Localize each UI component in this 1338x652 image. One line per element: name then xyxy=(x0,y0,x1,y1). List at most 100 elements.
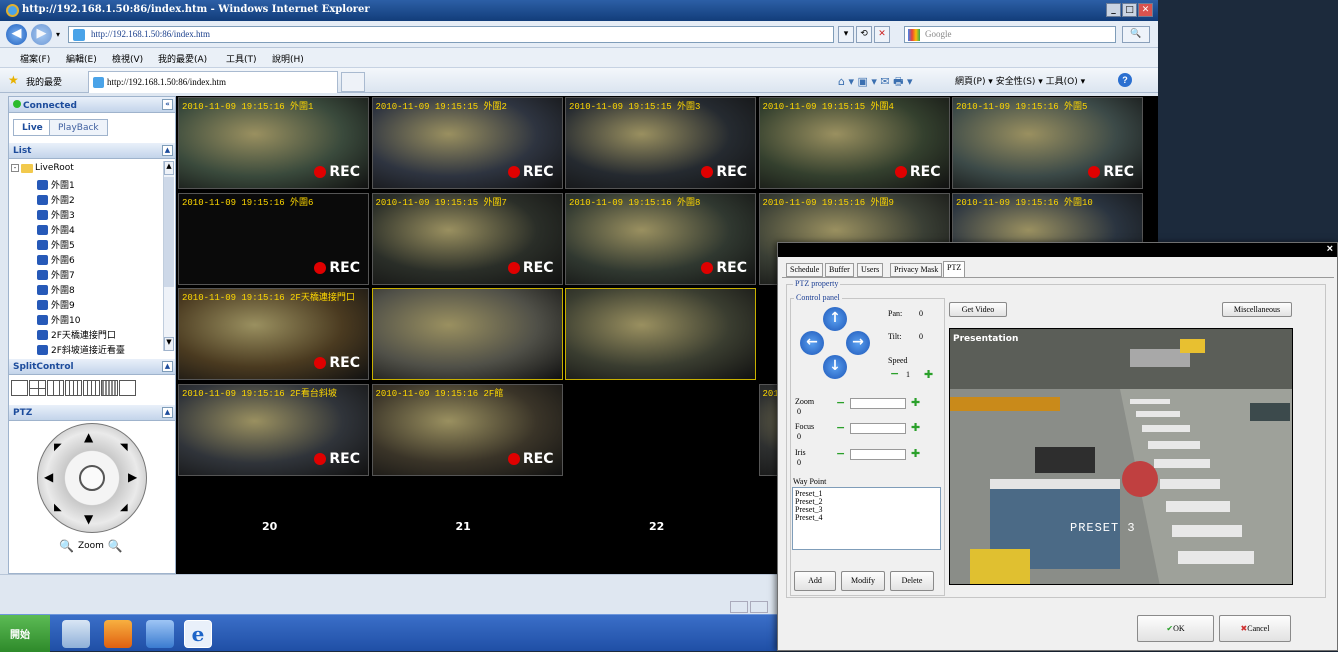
focus-plus-icon[interactable]: ✚ xyxy=(911,421,920,434)
tree-expand-icon[interactable]: - xyxy=(11,164,19,172)
focus-minus-icon[interactable]: − xyxy=(836,421,845,434)
menu-edit[interactable]: 編輯(E) xyxy=(66,52,97,65)
home-icon[interactable]: ⌂ ▾ ▣ ▾ ✉ 🖶 ▾ xyxy=(838,73,913,92)
zoom-minus-icon[interactable]: − xyxy=(836,396,845,409)
zoom-out-icon[interactable]: 🔍 xyxy=(59,539,74,553)
camera-list-item[interactable]: 外圍1 xyxy=(37,177,75,192)
camera-list-item[interactable]: 2F斜坡道接近看臺 xyxy=(37,342,125,357)
tab-live[interactable]: Live xyxy=(13,119,52,136)
ptz-upright-icon[interactable]: ◥ xyxy=(120,442,128,453)
split-9-button[interactable] xyxy=(47,380,64,396)
media-player-icon[interactable] xyxy=(104,620,132,648)
tree-root[interactable]: - LiveRoot xyxy=(11,163,74,173)
camera-list-item[interactable]: 外圍6 xyxy=(37,252,75,267)
camera-list-item[interactable]: 2F天橋連接門口 xyxy=(37,327,116,342)
delete-button[interactable]: Delete xyxy=(890,571,934,591)
split-4-button[interactable] xyxy=(29,380,46,396)
camera-tile[interactable]: 2010-11-09 19:15:16 外圍1 REC xyxy=(178,97,369,189)
address-bar[interactable]: http://192.168.1.50:86/index.htm xyxy=(68,26,834,43)
minimize-button[interactable]: _ xyxy=(1106,3,1121,17)
camera-tile[interactable] xyxy=(565,288,756,380)
miscellaneous-button[interactable]: Miscellaneous xyxy=(1222,302,1292,317)
ok-button[interactable]: ✔OK xyxy=(1137,615,1214,642)
camera-list-item[interactable]: 外圍10 xyxy=(37,312,80,327)
ptz-right-icon[interactable]: ▶ xyxy=(128,470,137,484)
tab-users[interactable]: Users xyxy=(857,263,884,277)
ptz-joystick[interactable]: ▲ ▼ ◀ ▶ ◤ ◥ ◣ ◢ xyxy=(37,423,147,533)
split-custom-button[interactable] xyxy=(83,380,100,396)
iris-plus-icon[interactable]: ✚ xyxy=(911,447,920,460)
history-dropdown-icon[interactable]: ▾ xyxy=(56,30,60,39)
camera-tile[interactable] xyxy=(371,288,563,380)
zoom-plus-icon[interactable]: ✚ xyxy=(911,396,920,409)
speed-plus-icon[interactable]: ✚ xyxy=(924,368,933,381)
tab-playback[interactable]: PlayBack xyxy=(49,119,108,136)
maximize-button[interactable]: □ xyxy=(1122,3,1137,17)
favorites-button[interactable]: 我的最愛 xyxy=(26,75,62,88)
tab-schedule[interactable]: Schedule xyxy=(786,263,824,277)
tab-ptz[interactable]: PTZ xyxy=(943,261,966,278)
dialog-close-button[interactable]: × xyxy=(1327,243,1333,255)
zoom-slider[interactable] xyxy=(850,398,906,409)
camera-tile[interactable]: 2010-11-09 19:15:16 2F看台斜坡 REC xyxy=(178,383,369,476)
network-icon[interactable] xyxy=(146,620,174,648)
forward-button[interactable]: ▶ xyxy=(31,24,52,45)
ptz-collapse-button[interactable]: ▲ xyxy=(162,407,173,418)
compat-view-button[interactable]: ▾ xyxy=(838,26,854,43)
camera-list-item[interactable]: 外圍2 xyxy=(37,192,75,207)
split-collapse-button[interactable]: ▲ xyxy=(162,361,173,372)
browser-tab[interactable]: http://192.168.1.50:86/index.htm xyxy=(88,71,338,93)
camera-tile[interactable]: 2010-11-09 19:15:16 2F天橋連接門口 REC xyxy=(178,288,369,380)
list-scrollbar[interactable]: ▲ ▼ xyxy=(163,161,174,351)
tilt-up-button[interactable]: ↑ xyxy=(823,307,847,331)
camera-tile[interactable]: 2010-11-09 19:15:16 外圍5 REC xyxy=(952,97,1143,189)
ptz-left-icon[interactable]: ◀ xyxy=(44,470,53,484)
iris-slider[interactable] xyxy=(850,449,906,460)
modify-button[interactable]: Modify xyxy=(841,571,885,591)
camera-tile[interactable]: 2010-11-09 19:15:15 外圍4 REC xyxy=(758,97,950,189)
pan-right-button[interactable]: → xyxy=(846,331,870,355)
command-bar-tools[interactable]: 網頁(P) ▾ 安全性(S) ▾ 工具(O) ▾ xyxy=(955,74,1085,87)
close-button[interactable]: ✕ xyxy=(1138,3,1153,17)
preset-item-4[interactable]: Preset_4 xyxy=(795,514,938,522)
stop-icon[interactable]: ✕ xyxy=(874,26,890,43)
ptz-up-icon[interactable]: ▲ xyxy=(84,430,93,444)
split-16-button[interactable] xyxy=(65,380,82,396)
menu-help[interactable]: 說明(H) xyxy=(272,52,304,65)
refresh-icon[interactable]: ⟲ xyxy=(856,26,872,43)
waypoint-list[interactable]: Preset_1 Preset_2 Preset_3 Preset_4 xyxy=(792,487,941,550)
pan-left-button[interactable]: ← xyxy=(800,331,824,355)
ptz-center-button[interactable] xyxy=(79,465,105,491)
search-input[interactable]: Google xyxy=(904,26,1116,43)
scroll-thumb[interactable] xyxy=(164,177,174,287)
camera-tile[interactable]: 2010-11-09 19:15:16 外圍6 REC xyxy=(178,192,369,285)
ptz-upleft-icon[interactable]: ◤ xyxy=(54,442,62,453)
camera-list-item[interactable]: 外圍9 xyxy=(37,297,75,312)
camera-tile[interactable]: 2010-11-09 19:15:16 2F館 REC xyxy=(371,383,563,476)
scroll-down-button[interactable]: ▼ xyxy=(164,337,174,351)
tilt-down-button[interactable]: ↓ xyxy=(823,355,847,379)
iris-minus-icon[interactable]: − xyxy=(836,447,845,460)
camera-list-item[interactable]: 外圍7 xyxy=(37,267,75,282)
help-icon[interactable]: ? xyxy=(1118,73,1132,87)
add-button[interactable]: Add xyxy=(794,571,836,591)
tab-privacy-mask[interactable]: Privacy Mask xyxy=(890,263,943,277)
menu-file[interactable]: 檔案(F) xyxy=(20,52,50,65)
get-video-button[interactable]: Get Video xyxy=(949,302,1007,317)
split-fullscreen-button[interactable] xyxy=(119,380,136,396)
tab-buffer[interactable]: Buffer xyxy=(825,263,854,277)
ie-taskbar-icon[interactable]: e xyxy=(184,620,212,648)
split-25-button[interactable] xyxy=(101,380,118,396)
focus-slider[interactable] xyxy=(850,423,906,434)
search-button[interactable]: 🔍 xyxy=(1122,26,1150,43)
list-collapse-button[interactable]: ▲ xyxy=(162,145,173,156)
camera-tile[interactable]: 2010-11-09 19:15:16 外圍8 REC xyxy=(565,192,756,285)
menu-favorites[interactable]: 我的最愛(A) xyxy=(158,52,207,65)
camera-tile[interactable]: 2010-11-09 19:15:15 外圍2 REC xyxy=(371,97,563,189)
collapse-panel-button[interactable]: « xyxy=(162,99,173,110)
camera-list-item[interactable]: 外圍5 xyxy=(37,237,75,252)
cancel-button[interactable]: ✖Cancel xyxy=(1219,615,1291,642)
ptz-down-icon[interactable]: ▼ xyxy=(84,512,93,526)
explorer-icon[interactable] xyxy=(62,620,90,648)
ptz-downright-icon[interactable]: ◢ xyxy=(120,502,128,513)
